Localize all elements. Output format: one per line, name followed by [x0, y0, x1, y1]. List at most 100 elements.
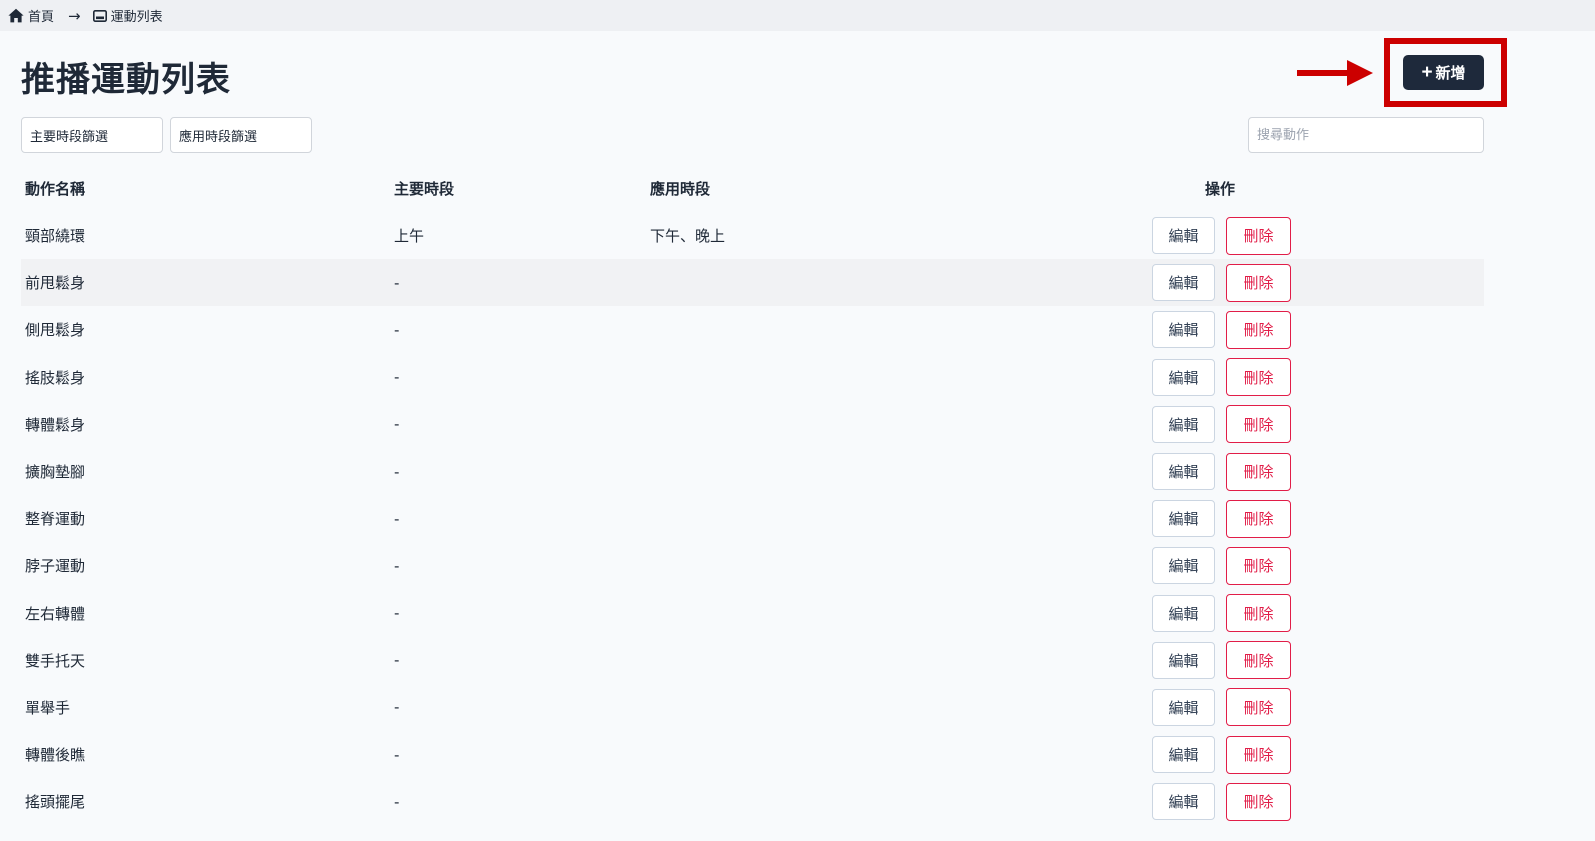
row-main-period: -	[394, 792, 400, 811]
delete-button[interactable]: 刪除	[1226, 782, 1291, 821]
edit-button[interactable]: 編輯	[1152, 264, 1215, 302]
row-actions: 編輯 刪除	[1152, 401, 1291, 448]
add-button-label: 新增	[1435, 65, 1466, 82]
row-actions: 編輯 刪除	[1152, 448, 1291, 495]
row-main-period: -	[394, 509, 400, 528]
row-main-period: -	[394, 320, 400, 339]
delete-button[interactable]: 刪除	[1226, 641, 1291, 680]
edit-button[interactable]: 編輯	[1152, 405, 1215, 443]
row-main-period: -	[394, 604, 400, 623]
row-name: 頸部繞環	[25, 227, 86, 246]
delete-button[interactable]: 刪除	[1226, 263, 1291, 302]
edit-button[interactable]: 編輯	[1152, 217, 1215, 255]
breadcrumb-home-link[interactable]: 首頁	[8, 6, 54, 25]
applied-period-filter[interactable]: 應用時段篩選	[170, 117, 312, 153]
row-main-period: 上午	[394, 227, 425, 246]
breadcrumb-current: 運動列表	[92, 6, 163, 25]
delete-button[interactable]: 刪除	[1226, 499, 1291, 538]
row-applied-period: 下午、晚上	[650, 227, 726, 246]
main-period-filter[interactable]: 主要時段篩選	[21, 117, 163, 153]
delete-button[interactable]: 刪除	[1226, 358, 1291, 397]
arrow-right-icon: →	[68, 6, 81, 25]
table-row: 側甩鬆身 - 編輯 刪除	[21, 306, 1484, 353]
table-header: 動作名稱 主要時段 應用時段 操作	[21, 165, 1484, 212]
table-row: 雙手托天 - 編輯 刪除	[21, 637, 1484, 684]
edit-button[interactable]: 編輯	[1152, 358, 1215, 396]
row-name: 擴胸墊腳	[25, 463, 86, 482]
add-button[interactable]: + 新增	[1403, 55, 1484, 90]
delete-button[interactable]: 刪除	[1226, 216, 1291, 255]
edit-button[interactable]: 編輯	[1152, 736, 1215, 774]
table-row: 脖子運動 - 編輯 刪除	[21, 542, 1484, 589]
table-row: 左右轉體 - 編輯 刪除	[21, 590, 1484, 637]
row-actions: 編輯 刪除	[1152, 731, 1291, 778]
plus-icon: +	[1421, 62, 1433, 83]
header-actions: 操作	[1205, 180, 1236, 198]
row-name: 搖肢鬆身	[25, 368, 86, 387]
row-actions: 編輯 刪除	[1152, 495, 1291, 542]
table-row: 整脊運動 - 編輯 刪除	[21, 495, 1484, 542]
row-name: 左右轉體	[25, 604, 86, 623]
row-main-period: -	[394, 415, 400, 434]
row-name: 脖子運動	[25, 557, 86, 576]
breadcrumb-home-label: 首頁	[28, 10, 55, 25]
edit-button[interactable]: 編輯	[1152, 641, 1215, 679]
row-main-period: -	[394, 273, 400, 292]
table-row: 擴胸墊腳 - 編輯 刪除	[21, 448, 1484, 495]
table-row: 搖頭擺尾 - 編輯 刪除	[21, 778, 1484, 825]
row-actions: 編輯 刪除	[1152, 259, 1291, 306]
home-icon	[8, 8, 24, 23]
edit-button[interactable]: 編輯	[1152, 688, 1215, 726]
table-row: 單舉手 - 編輯 刪除	[21, 684, 1484, 731]
table-row: 前甩鬆身 - 編輯 刪除	[21, 259, 1484, 307]
breadcrumb-current-label: 運動列表	[110, 10, 163, 25]
delete-button[interactable]: 刪除	[1226, 310, 1291, 349]
edit-button[interactable]: 編輯	[1152, 453, 1215, 491]
row-name: 搖頭擺尾	[25, 793, 86, 812]
edit-button[interactable]: 編輯	[1152, 500, 1215, 538]
row-actions: 編輯 刪除	[1152, 778, 1291, 825]
annotation-arrow-icon	[1297, 60, 1373, 86]
row-actions: 編輯 刪除	[1152, 212, 1291, 259]
row-main-period: -	[394, 462, 400, 481]
edit-button[interactable]: 編輯	[1152, 783, 1215, 821]
table-row: 頸部繞環 上午 下午、晚上 編輯 刪除	[21, 212, 1484, 259]
list-card-icon	[92, 9, 107, 22]
edit-button[interactable]: 編輯	[1152, 311, 1215, 349]
search-input[interactable]	[1248, 117, 1484, 153]
header-name: 動作名稱	[25, 180, 86, 198]
row-main-period: -	[394, 556, 400, 575]
table-body: 頸部繞環 上午 下午、晚上 編輯 刪除 前甩鬆身 - 編輯 刪除 側甩鬆身 - 編輯 刪除 搖肢鬆身 - 編輯…	[21, 212, 1484, 825]
row-actions: 編輯 刪除	[1152, 684, 1291, 731]
breadcrumb: 首頁 → 運動列表	[0, 0, 1595, 31]
row-name: 整脊運動	[25, 510, 86, 529]
delete-button[interactable]: 刪除	[1226, 546, 1291, 585]
table-row: 搖肢鬆身 - 編輯 刪除	[21, 354, 1484, 401]
header-applied-period: 應用時段	[650, 180, 711, 198]
edit-button[interactable]: 編輯	[1152, 594, 1215, 632]
row-main-period: -	[394, 745, 400, 764]
page-title: 推播運動列表	[21, 60, 231, 100]
table-row: 轉體鬆身 - 編輯 刪除	[21, 401, 1484, 448]
delete-button[interactable]: 刪除	[1226, 405, 1291, 444]
row-main-period: -	[394, 368, 400, 387]
row-name: 側甩鬆身	[25, 321, 86, 340]
delete-button[interactable]: 刪除	[1226, 688, 1291, 727]
row-actions: 編輯 刪除	[1152, 637, 1291, 684]
row-name: 單舉手	[25, 698, 71, 717]
edit-button[interactable]: 編輯	[1152, 547, 1215, 585]
row-main-period: -	[394, 698, 400, 717]
row-name: 雙手托天	[25, 651, 86, 670]
delete-button[interactable]: 刪除	[1226, 594, 1291, 633]
row-name: 轉體鬆身	[25, 415, 86, 434]
table-row: 轉體後瞧 - 編輯 刪除	[21, 731, 1484, 778]
row-actions: 編輯 刪除	[1152, 306, 1291, 353]
exercise-table: 動作名稱 主要時段 應用時段 操作 頸部繞環 上午 下午、晚上 編輯 刪除 前甩鬆身 - 編輯…	[21, 165, 1484, 825]
delete-button[interactable]: 刪除	[1226, 452, 1291, 491]
delete-button[interactable]: 刪除	[1226, 735, 1291, 774]
row-actions: 編輯 刪除	[1152, 354, 1291, 401]
header-main-period: 主要時段	[394, 180, 455, 198]
row-actions: 編輯 刪除	[1152, 542, 1291, 589]
row-actions: 編輯 刪除	[1152, 590, 1291, 637]
row-main-period: -	[394, 651, 400, 670]
